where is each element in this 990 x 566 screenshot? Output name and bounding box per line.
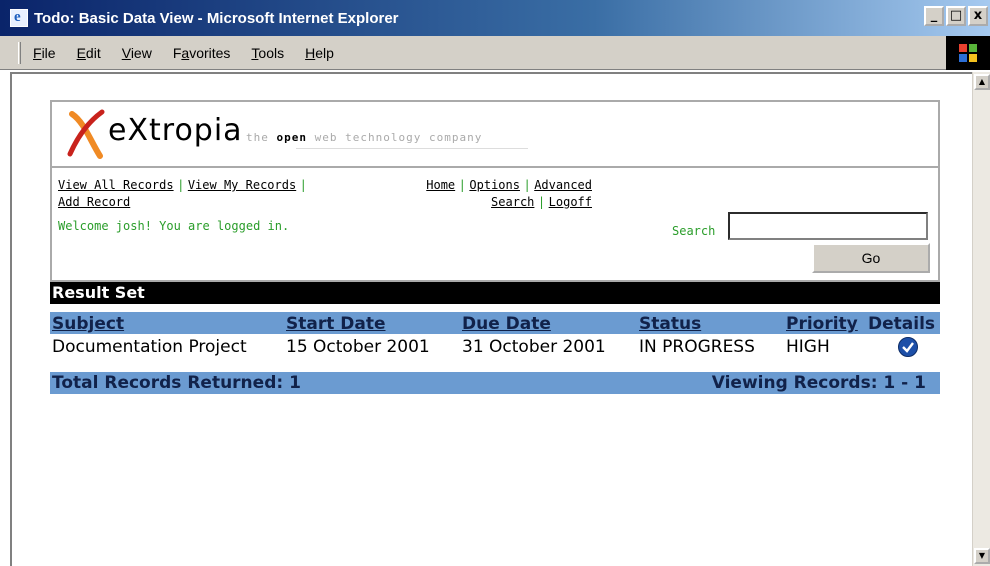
advanced-search-link-2[interactable]: Search — [491, 195, 534, 209]
brand-tagline: the open web technology company — [246, 131, 483, 144]
table-row: Documentation Project 15 October 2001 31… — [50, 334, 940, 360]
window-titlebar: Todo: Basic Data View - Microsoft Intern… — [0, 0, 990, 36]
add-record-link[interactable]: Add Record — [58, 195, 130, 209]
advanced-search-link[interactable]: Advanced — [534, 178, 592, 192]
cell-due-date: 31 October 2001 — [462, 337, 606, 357]
view-my-records-link[interactable]: View My Records — [188, 178, 296, 192]
toolbar-grip[interactable] — [18, 41, 21, 64]
divider — [296, 148, 528, 149]
window-title: Todo: Basic Data View - Microsoft Intern… — [34, 9, 399, 27]
logo-area: eXtropia the open web technology company — [52, 102, 938, 168]
go-button[interactable]: Go — [812, 243, 930, 273]
menu-edit[interactable]: Edit — [77, 45, 101, 61]
col-due-date[interactable]: Due Date — [462, 314, 639, 334]
col-start-date[interactable]: Start Date — [286, 314, 462, 334]
col-details: Details — [868, 314, 936, 334]
view-all-records-link[interactable]: View All Records — [58, 178, 174, 192]
table-header: Subject Start Date Due Date Status Prior… — [50, 312, 940, 334]
page-header: eXtropia the open web technology company… — [50, 100, 940, 282]
search-input[interactable] — [728, 212, 928, 240]
ie-icon — [10, 9, 28, 27]
menu-favorites[interactable]: Favorites — [173, 45, 231, 61]
cell-details — [868, 337, 940, 357]
viewing-records: Viewing Records: 1 - 1 — [711, 373, 926, 393]
home-link[interactable]: Home — [426, 178, 455, 192]
menu-file[interactable]: File — [33, 45, 56, 61]
menu-help[interactable]: Help — [305, 45, 334, 61]
col-priority[interactable]: Priority — [786, 314, 868, 334]
col-subject[interactable]: Subject — [50, 314, 286, 334]
result-set-heading: Result Set — [50, 282, 940, 304]
menu-bar: File Edit View Favorites Tools Help — [0, 36, 990, 70]
record-nav: View All Records | View My Records | Add… — [58, 178, 306, 209]
menu-view[interactable]: View — [122, 45, 152, 61]
minimize-button[interactable]: _ — [924, 6, 944, 26]
scroll-down-icon[interactable]: ▼ — [974, 548, 990, 564]
cell-subject: Documentation Project — [52, 337, 247, 357]
scroll-up-icon[interactable]: ▲ — [974, 74, 990, 90]
page-viewport: eXtropia the open web technology company… — [10, 72, 972, 566]
menu-tools[interactable]: Tools — [251, 45, 284, 61]
cell-status: IN PROGRESS — [639, 337, 755, 357]
col-status[interactable]: Status — [639, 314, 786, 334]
total-records: Total Records Returned: 1 — [52, 373, 301, 393]
window-controls: _ □ x — [924, 6, 988, 26]
windows-logo-icon — [946, 36, 990, 70]
search-label: Search — [672, 224, 716, 238]
vertical-scrollbar[interactable]: ▲ ▼ — [972, 72, 990, 566]
options-link[interactable]: Options — [469, 178, 520, 192]
close-button[interactable]: x — [968, 6, 988, 26]
results-table: Subject Start Date Due Date Status Prior… — [50, 312, 940, 360]
results-footer: Total Records Returned: 1 Viewing Record… — [50, 372, 940, 394]
welcome-message: Welcome josh! You are logged in. — [58, 219, 290, 233]
cell-start-date: 15 October 2001 — [286, 337, 430, 357]
maximize-button[interactable]: □ — [946, 6, 966, 26]
cell-priority: HIGH — [786, 337, 830, 357]
check-circle-icon[interactable] — [898, 337, 918, 357]
logoff-link[interactable]: Logoff — [549, 195, 592, 209]
extropia-logo-icon — [67, 109, 105, 159]
brand-name: eXtropia — [108, 113, 243, 148]
site-nav: Home | Options | Advanced Search | Logof… — [426, 178, 592, 209]
